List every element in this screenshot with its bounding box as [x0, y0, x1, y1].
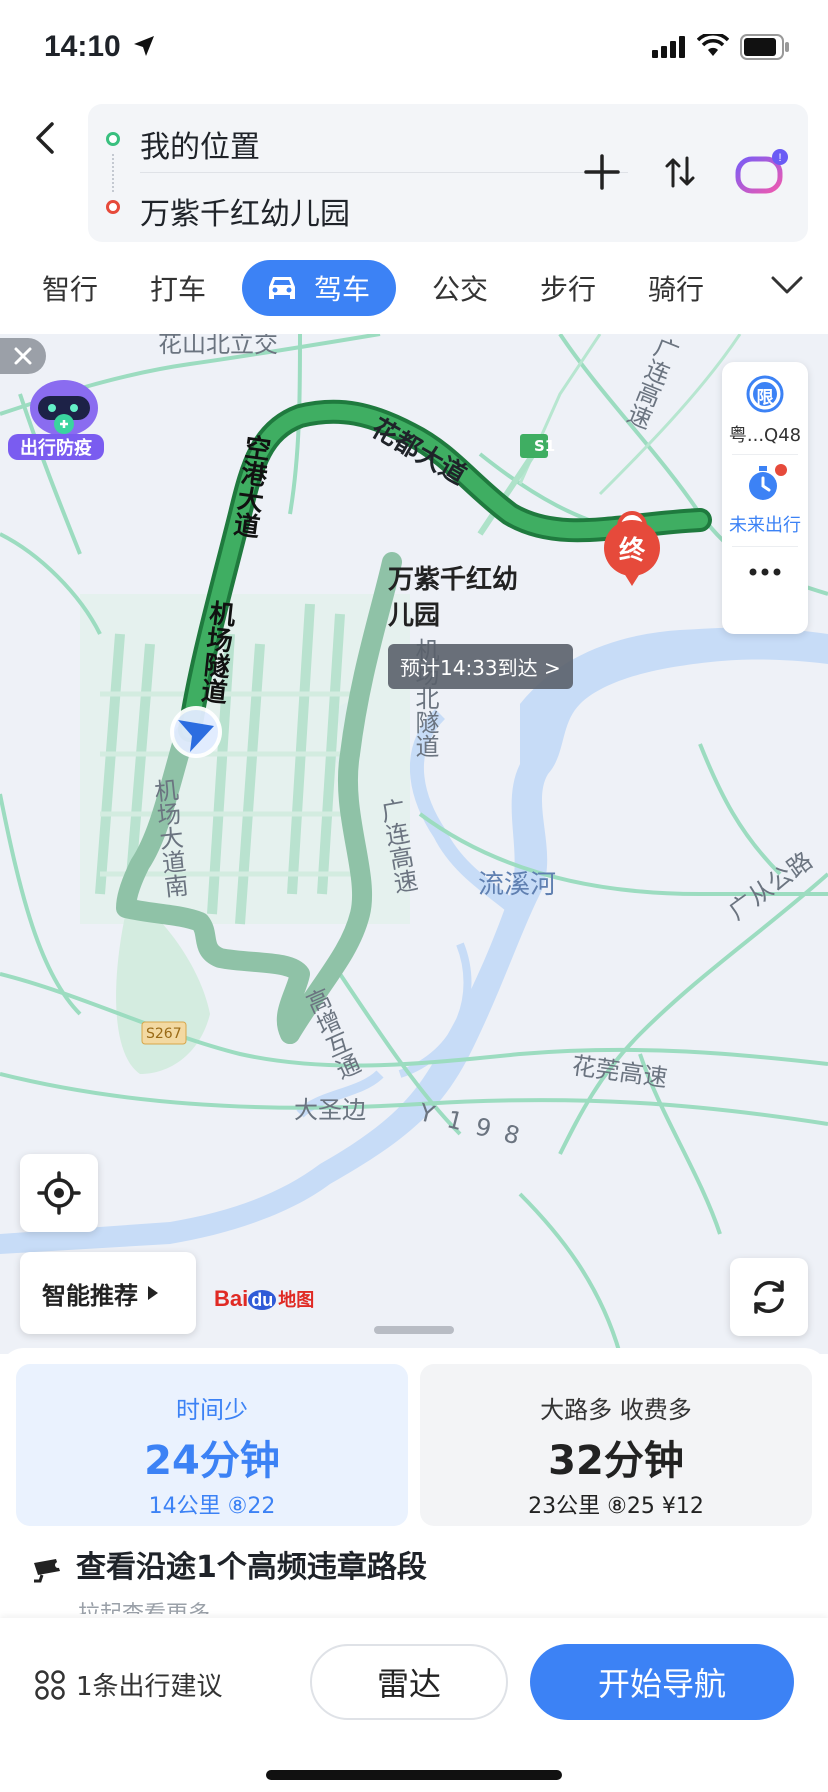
route-option-time: 24分钟 [144, 1438, 280, 1484]
tab-taxi[interactable]: 打车 [150, 268, 206, 308]
route-option-meta: 14公里 ⑧22 [148, 1494, 276, 1519]
wifi-icon [697, 34, 729, 56]
caret-right-icon [148, 1286, 158, 1300]
plus-icon [584, 154, 620, 190]
timer-icon [749, 464, 787, 500]
smart-recommend-label: 智能推荐 [42, 1281, 138, 1310]
pull-up-hint: 拉起查看更多 [78, 1596, 210, 1614]
close-badge-button[interactable] [0, 338, 46, 374]
bottom-action-bar: 1条出行建议 雷达 开始导航 [0, 1618, 828, 1792]
tab-drive-label: 驾车 [314, 273, 371, 306]
origin-dot-icon [106, 132, 120, 146]
assistant-button[interactable]: ! [730, 144, 794, 200]
huashan-label: 花山北立交 [158, 334, 278, 358]
future-trip-label: 未来出行 [729, 515, 801, 536]
route-divider [140, 172, 628, 173]
baidu-map-logo: Bai du 地图 [214, 1286, 314, 1312]
refresh-icon [754, 1280, 784, 1314]
route-option-1[interactable]: 时间少 24分钟 14公里 ⑧22 [16, 1364, 408, 1526]
travel-advice-label: 1条出行建议 [76, 1672, 223, 1702]
svg-text:!: ! [778, 152, 781, 164]
epidemic-mascot-icon [30, 380, 98, 436]
grid-icon [35, 1669, 65, 1700]
home-indicator [266, 1770, 562, 1780]
s1-shield-label: S1 [534, 437, 556, 455]
map-view[interactable]: S1 S267 花山北立交 花都大道 空港大道 机场隧道 机场大道南 机场北隧道… [0, 334, 828, 1354]
tab-walk[interactable]: 步行 [540, 268, 596, 308]
future-trip-button[interactable]: 未来出行 [722, 464, 808, 537]
logo-du: du [248, 1290, 277, 1310]
status-time: 14:10 [44, 30, 121, 63]
side-divider [732, 454, 798, 455]
add-waypoint-button[interactable] [574, 144, 630, 200]
battery-icon [740, 34, 789, 60]
route-option-tag: 大路多 收费多 [540, 1396, 692, 1424]
route-option-2[interactable]: 大路多 收费多 32分钟 23公里 ⑧25 ¥12 [420, 1364, 812, 1526]
restriction-button[interactable]: 限 粤...Q48 [722, 374, 808, 447]
logo-map: 地图 [278, 1290, 315, 1310]
assistant-robot-icon: ! [735, 149, 788, 194]
end-marker: 终 [600, 518, 664, 592]
tab-smart[interactable]: 智行 [42, 268, 98, 308]
travel-advice-button[interactable]: 1条出行建议 [34, 1666, 223, 1703]
destination-dot-icon [106, 200, 120, 214]
locate-button[interactable] [20, 1154, 98, 1232]
camera-icon [34, 1558, 61, 1582]
destination-field[interactable]: 万紫千红幼儿园 [140, 189, 350, 233]
route-connector [112, 154, 114, 192]
start-navigation-button[interactable]: 开始导航 [530, 1644, 794, 1720]
route-input-box: 我的位置 万紫千红幼儿园 ! [88, 104, 808, 242]
end-marker-text: 终 [618, 536, 645, 566]
eta-pill[interactable]: 预计14:33到达 > [388, 644, 573, 689]
travel-mode-tabs: 智行 打车 驾车 公交 步行 骑行 [0, 256, 828, 326]
epidemic-badge-label: 出行防疫 [8, 434, 104, 460]
logo-bai: Bai [214, 1286, 249, 1311]
sheet-drag-handle[interactable] [374, 1326, 454, 1334]
cellular-signal-icon [652, 36, 685, 58]
swap-route-button[interactable] [652, 144, 708, 200]
destination-map-label: 万紫千红幼儿园 [388, 565, 519, 631]
river-label-liuxi: 流溪河 [478, 870, 557, 900]
place-label-dashengbian: 大圣边 [294, 1096, 366, 1124]
tab-drive[interactable]: 驾车 [242, 260, 396, 316]
map-side-panel: 限 粤...Q48 未来出行 [722, 362, 808, 634]
route-option-tag: 时间少 [176, 1396, 248, 1424]
locate-icon [37, 1171, 81, 1215]
swap-icon [665, 156, 695, 188]
side-divider [732, 546, 798, 547]
back-icon[interactable] [24, 116, 68, 160]
origin-field[interactable]: 我的位置 [140, 122, 260, 166]
refresh-button[interactable] [730, 1258, 808, 1336]
radar-button[interactable]: 雷达 [310, 1644, 508, 1720]
close-icon [14, 347, 32, 365]
car-icon [269, 277, 295, 299]
route-option-meta: 23公里 ⑧25 ¥12 [528, 1494, 704, 1519]
tab-bike[interactable]: 骑行 [648, 268, 704, 308]
chevron-down-icon[interactable] [770, 274, 804, 296]
s267-shield-label: S267 [146, 1026, 182, 1042]
restriction-plate: 粤...Q48 [728, 425, 802, 446]
more-options-button[interactable] [722, 552, 808, 612]
location-arrow-icon [134, 36, 154, 56]
tab-transit[interactable]: 公交 [432, 268, 488, 308]
restriction-icon-text: 限 [756, 388, 774, 408]
violation-text: 查看沿途1个高频违章路段 [76, 1550, 427, 1585]
violation-row[interactable]: 查看沿途1个高频违章路段 [30, 1542, 427, 1586]
smart-recommend-button[interactable]: 智能推荐 [20, 1252, 196, 1334]
route-option-time: 32分钟 [548, 1438, 684, 1484]
more-dots-icon [749, 568, 781, 576]
status-bar: 14:10 [0, 0, 828, 100]
epidemic-badge[interactable]: 出行防疫 [8, 376, 104, 460]
